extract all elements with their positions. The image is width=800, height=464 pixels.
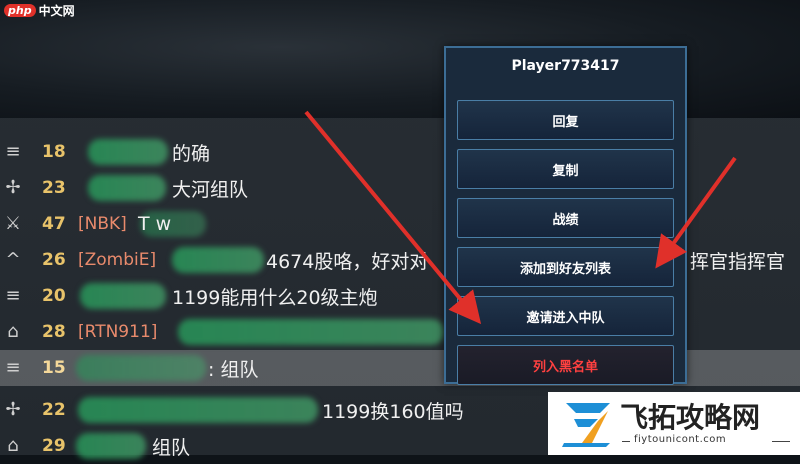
chat-message-overflow: 挥官指挥官 bbox=[690, 250, 786, 273]
watermark-url: fiytounicont.com bbox=[634, 434, 727, 445]
chat-message: 4674股咯，好对对 bbox=[266, 250, 429, 273]
blurred-player-name bbox=[172, 247, 264, 273]
rank-caret-icon: ⌂ bbox=[7, 321, 19, 342]
player-level: 20 bbox=[42, 286, 66, 306]
watermark-divider bbox=[772, 441, 790, 442]
chat-message: 组队 bbox=[152, 436, 191, 459]
player-level: 26 bbox=[42, 250, 66, 270]
rank-wings-icon: ⚔ bbox=[4, 213, 22, 234]
reply-button[interactable]: 回复 bbox=[457, 100, 674, 140]
rank-caret-icon: ⌂ bbox=[7, 435, 19, 456]
rank-chevron-icon: ≡ bbox=[5, 357, 21, 378]
chat-message: 的确 bbox=[172, 142, 211, 165]
blurred-player-name bbox=[80, 283, 166, 309]
blurred-player-name bbox=[88, 175, 166, 201]
clan-tag: [NBK] bbox=[78, 214, 127, 234]
player-level: 15 bbox=[42, 358, 66, 378]
blurred-player-name bbox=[78, 397, 318, 423]
rank-caret-icon: ^ bbox=[5, 249, 21, 270]
php-badge: php bbox=[4, 4, 36, 17]
blurred-player-name bbox=[88, 139, 168, 165]
php-logo-text: 中文网 bbox=[38, 4, 75, 18]
chat-message: : 组队 bbox=[208, 358, 259, 381]
rank-chevron-icon: ≡ bbox=[5, 285, 21, 306]
invite-squad-button[interactable]: 邀请进入中队 bbox=[457, 296, 674, 336]
player-level: 23 bbox=[42, 178, 66, 198]
chat-message: T w bbox=[138, 213, 172, 235]
chat-message: 大河组队 bbox=[172, 178, 249, 201]
copy-button[interactable]: 复制 bbox=[457, 149, 674, 189]
rank-wings-icon: ✢ bbox=[5, 399, 21, 420]
blurred-player-name bbox=[178, 319, 444, 345]
stats-button[interactable]: 战绩 bbox=[457, 198, 674, 238]
blurred-player-name bbox=[76, 355, 206, 381]
watermark-divider bbox=[622, 441, 630, 442]
php-site-logo: php 中文网 bbox=[4, 2, 75, 19]
player-name-title: Player773417 bbox=[511, 58, 620, 74]
player-context-menu: Player773417 回复 复制 战绩 添加到好友列表 邀请进入中队 列入黑… bbox=[444, 46, 687, 385]
rank-wings-icon: ✢ bbox=[5, 177, 21, 198]
rank-chevron-icon: ≡ bbox=[5, 141, 21, 162]
clan-tag: [ZombiE] bbox=[78, 250, 157, 270]
player-level: 28 bbox=[42, 322, 66, 342]
feituo-logo-icon bbox=[562, 403, 610, 447]
player-level: 22 bbox=[42, 400, 66, 420]
chat-message: 1199能用什么20级主炮 bbox=[172, 286, 378, 309]
player-level: 29 bbox=[42, 436, 66, 456]
add-friend-button[interactable]: 添加到好友列表 bbox=[457, 247, 674, 287]
clan-tag: [RTN911] bbox=[78, 322, 158, 342]
blurred-player-name bbox=[76, 433, 146, 459]
player-level: 47 bbox=[42, 214, 66, 234]
player-level: 18 bbox=[42, 142, 66, 162]
site-watermark: 飞拓攻略网 fiytounicont.com bbox=[548, 392, 800, 455]
watermark-title: 飞拓攻略网 bbox=[620, 401, 761, 434]
chat-message: 1199换160值吗 bbox=[322, 400, 464, 423]
blacklist-button[interactable]: 列入黑名单 bbox=[457, 345, 674, 385]
